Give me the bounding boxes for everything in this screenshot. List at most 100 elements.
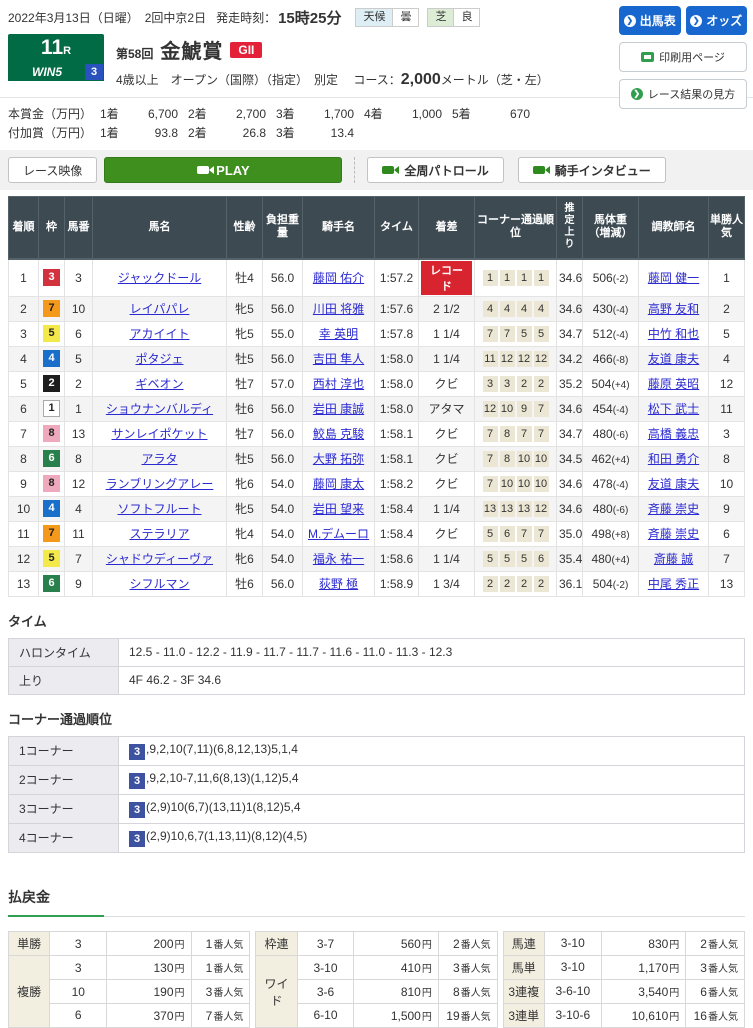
horse-name-cell: ポタジェ (93, 346, 227, 371)
jockey-link[interactable]: 岩田 康誠 (313, 402, 364, 416)
jockey-link[interactable]: 藤岡 佑介 (313, 271, 364, 285)
horse-link[interactable]: ステラリア (129, 527, 189, 541)
jockey-link[interactable]: 岩田 望来 (313, 502, 364, 516)
agari-cell: 34.5 (557, 446, 583, 471)
horse-link[interactable]: サンレイポケット (111, 427, 207, 441)
horse-link[interactable]: ギベオン (135, 377, 183, 391)
result-guide-button[interactable]: ❯レース結果の見方 (619, 79, 747, 109)
horse-link[interactable]: ソフトフルート (117, 502, 201, 516)
trainer-link[interactable]: 斉藤 崇史 (648, 502, 699, 516)
sexage-cell: 牡5 (227, 446, 263, 471)
odds-button[interactable]: ❯オッズ (686, 6, 748, 35)
video-camera-icon (197, 166, 209, 174)
trainer-link[interactable]: 藤原 英昭 (648, 377, 699, 391)
margin-cell: 1 1/4 (419, 321, 475, 346)
trainer-link[interactable]: 和田 勇介 (648, 452, 699, 466)
margin-value: クビ (434, 377, 458, 391)
jockey-link[interactable]: 福永 祐一 (313, 552, 364, 566)
jockey-link[interactable]: 幸 英明 (319, 327, 358, 341)
margin-cell: 2 1/2 (419, 296, 475, 321)
corners-title: コーナー通過順位 (8, 709, 745, 728)
play-button[interactable]: PLAY (104, 157, 342, 183)
horse-link[interactable]: レイパパレ (130, 302, 190, 316)
trainer-cell: 中尾 秀正 (639, 571, 709, 596)
frame-cell: 4 (39, 346, 65, 371)
popularity-cell: 3 (709, 421, 745, 446)
horse-link[interactable]: ランブリングアレー (106, 477, 214, 491)
horse-link[interactable]: ポタジェ (135, 352, 183, 366)
trainer-link[interactable]: 斉藤 崇史 (648, 527, 699, 541)
prize-bonus-label: 付加賞（万円） (8, 124, 100, 143)
horse-link[interactable]: アカイイト (129, 327, 189, 341)
sexage-cell: 牡4 (227, 259, 263, 297)
trainer-link[interactable]: 藤岡 健一 (648, 271, 699, 285)
video-bar: レース映像 PLAY 全周パトロール 騎手インタビュー (0, 150, 753, 190)
jockey-link[interactable]: 鮫島 克駿 (313, 427, 364, 441)
entry-table-button[interactable]: ❯出馬表 (619, 6, 681, 35)
race-conditions: 4歳以上 オープン（国際）（指定） 別定 コース：2,000メートル（芝・左） (116, 71, 549, 89)
margin-cell: 1 1/4 (419, 546, 475, 571)
trainer-link[interactable]: 斎藤 誠 (654, 552, 693, 566)
jockey-link[interactable]: 吉田 隼人 (313, 352, 364, 366)
jockey-cell: 吉田 隼人 (303, 346, 375, 371)
column-header-number: 馬番 (65, 197, 93, 259)
trainer-link[interactable]: 中竹 和也 (648, 327, 699, 341)
jockey-interview-button[interactable]: 騎手インタビュー (518, 157, 666, 183)
prize-main-label: 本賞金（万円） (8, 105, 100, 124)
agari-cell: 35.0 (557, 521, 583, 546)
bet-type-label: 3連単 (503, 1003, 544, 1027)
table-row: 1 3 3 ジャックドール 牡4 56.0 藤岡 佑介 1:57.2 レコード … (9, 259, 745, 297)
frame-badge: 3 (43, 269, 60, 286)
jockey-link[interactable]: 荻野 極 (319, 577, 358, 591)
jockey-link[interactable]: 川田 将雅 (313, 302, 364, 316)
trainer-cell: 斎藤 誠 (639, 546, 709, 571)
corner-positions-cell: 4444 (475, 296, 557, 321)
margin-cell: クビ (419, 446, 475, 471)
margin-cell: 1 1/4 (419, 346, 475, 371)
payout-row-wide: ワイド 3-10 410円 3番人気 (256, 956, 497, 980)
horse-link[interactable]: ジャックドール (118, 271, 201, 285)
race-video-button[interactable]: レース映像 (8, 157, 97, 183)
trainer-cell: 藤岡 健一 (639, 259, 709, 297)
jockey-link[interactable]: 大野 拓弥 (313, 452, 364, 466)
jockey-link[interactable]: M.デムーロ (308, 527, 369, 541)
trainer-link[interactable]: 松下 武士 (648, 402, 699, 416)
corner-row: 3コーナー 3(2,9)10(6,7)(13,11)1(8,12)5,4 (9, 794, 745, 823)
place-cell: 8 (9, 446, 39, 471)
horse-number-cell: 6 (65, 321, 93, 346)
bodyweight-cell: 506(-2) (583, 259, 639, 297)
horse-link[interactable]: ショウナンバルディ (106, 402, 213, 416)
frame-cell: 3 (39, 259, 65, 297)
frame-badge: 7 (43, 300, 60, 317)
laps-title: タイム (8, 611, 745, 630)
sexage-cell: 牝5 (227, 496, 263, 521)
horse-link[interactable]: シャドウディーヴァ (106, 552, 213, 566)
frame-cell: 1 (39, 396, 65, 421)
horse-link[interactable]: アラタ (141, 452, 177, 466)
jockey-link[interactable]: 西村 淳也 (313, 377, 364, 391)
frame-cell: 5 (39, 321, 65, 346)
weight-cell: 56.0 (263, 446, 303, 471)
corner-positions-cell: 781010 (475, 446, 557, 471)
horse-name-cell: ジャックドール (93, 259, 227, 297)
horse-link[interactable]: シフルマン (129, 577, 189, 591)
trainer-link[interactable]: 高橋 義忠 (648, 427, 699, 441)
trainer-link[interactable]: 友道 康夫 (648, 477, 699, 491)
horse-name-cell: シャドウディーヴァ (93, 546, 227, 571)
jockey-cell: 岩田 望来 (303, 496, 375, 521)
trainer-link[interactable]: 中尾 秀正 (648, 577, 699, 591)
circle-arrow-icon: ❯ (624, 15, 636, 27)
jockey-link[interactable]: 藤岡 康太 (313, 477, 364, 491)
margin-cell: 1 3/4 (419, 571, 475, 596)
time-cell: 1:58.4 (375, 521, 419, 546)
bodyweight-cell: 466(-8) (583, 346, 639, 371)
trainer-link[interactable]: 高野 友和 (648, 302, 699, 316)
horse-name-cell: ギベオン (93, 371, 227, 396)
print-page-button[interactable]: 印刷用ページ (619, 42, 747, 72)
time-cell: 1:58.0 (375, 396, 419, 421)
trainer-link[interactable]: 友道 康夫 (648, 352, 699, 366)
agari-cell: 34.7 (557, 421, 583, 446)
patrol-video-button[interactable]: 全周パトロール (367, 157, 503, 183)
popularity-cell: 1 (709, 259, 745, 297)
frame-cell: 7 (39, 296, 65, 321)
